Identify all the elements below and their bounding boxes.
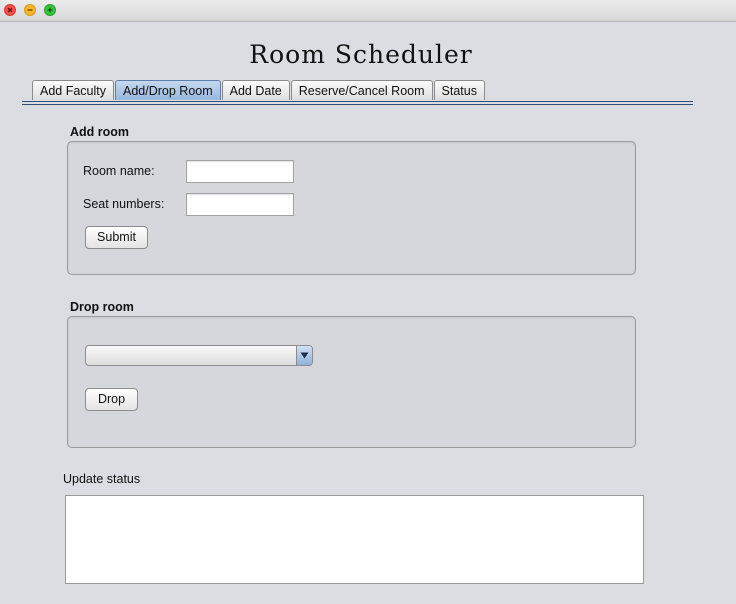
room-name-input[interactable]: [186, 160, 294, 183]
close-icon[interactable]: [4, 4, 16, 16]
seat-numbers-label: Seat numbers:: [83, 197, 165, 211]
tab-add-drop-room[interactable]: Add/Drop Room: [115, 80, 221, 100]
tab-reserve-cancel-room[interactable]: Reserve/Cancel Room: [290, 80, 433, 100]
chevron-down-icon[interactable]: [296, 346, 312, 365]
drop-button[interactable]: Drop: [85, 388, 138, 411]
add-room-heading: Add room: [70, 125, 130, 139]
update-status-label: Update status: [63, 472, 141, 486]
drop-room-heading: Drop room: [70, 300, 134, 314]
zoom-icon[interactable]: [44, 4, 56, 16]
tab-underline-lower: [22, 104, 693, 105]
tab-underline: [22, 101, 693, 102]
drop-room-panel: [67, 316, 636, 448]
window-titlebar: [0, 0, 736, 22]
tab-add-date[interactable]: Add Date: [221, 80, 290, 100]
submit-button[interactable]: Submit: [85, 226, 148, 249]
minimize-icon[interactable]: [24, 4, 36, 16]
update-status-textarea[interactable]: [65, 495, 644, 584]
room-name-label: Room name:: [83, 164, 155, 178]
seat-numbers-input[interactable]: [186, 193, 294, 216]
page-title: Room Scheduler: [249, 40, 473, 69]
tab-bar: Add Faculty Add/Drop Room Add Date Reser…: [32, 80, 486, 101]
room-select-dropdown[interactable]: [85, 345, 313, 366]
tab-add-faculty[interactable]: Add Faculty: [32, 80, 115, 100]
tab-status[interactable]: Status: [433, 80, 485, 100]
